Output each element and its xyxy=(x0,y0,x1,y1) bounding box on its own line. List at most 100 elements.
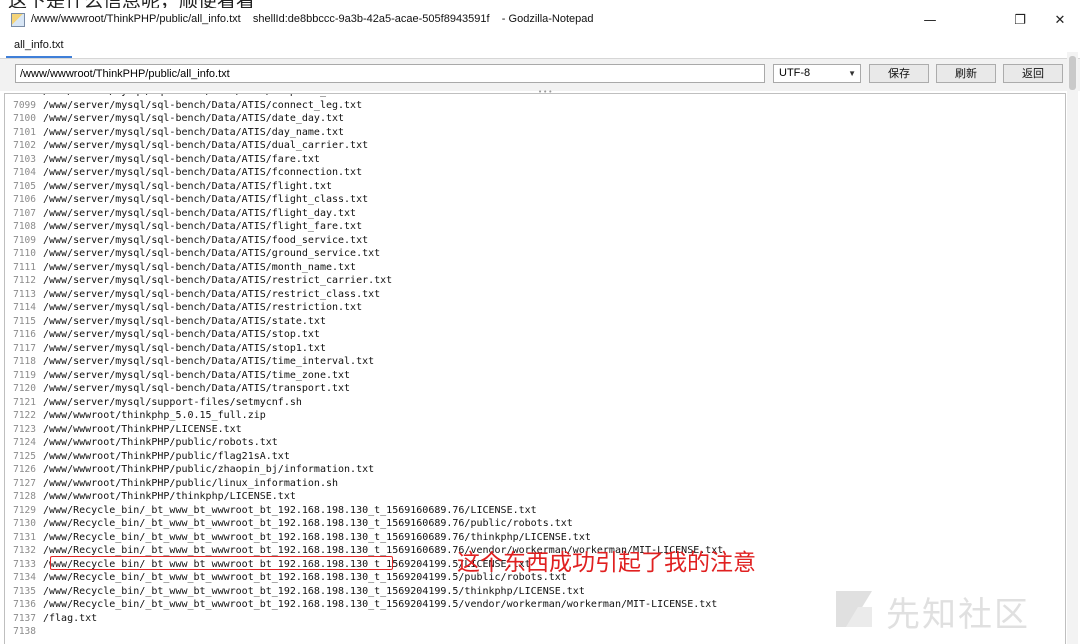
top-caption-fragment: 这下是什么信息呢，顺便看看 xyxy=(0,0,1080,8)
line-number: 7108 xyxy=(13,221,36,232)
top-caption-text: 这下是什么信息呢，顺便看看 xyxy=(8,0,255,8)
editor-line: 7100/www/server/mysql/sql-bench/Data/ATI… xyxy=(5,112,1065,126)
line-number: 7104 xyxy=(13,167,36,178)
editor-line: 7124/www/wwwroot/ThinkPHP/public/robots.… xyxy=(5,436,1065,450)
highlight-box xyxy=(50,556,393,570)
editor-line: 7120/www/server/mysql/sql-bench/Data/ATI… xyxy=(5,382,1065,396)
line-text: /www/server/mysql/sql-bench/Data/ATIS/du… xyxy=(43,140,369,151)
line-text: /www/server/mysql/sql-bench/Data/ATIS/gr… xyxy=(43,248,381,259)
editor-line: 7129/www/Recycle_bin/_bt_www_bt_wwwroot_… xyxy=(5,504,1065,518)
line-text: /www/server/mysql/sql-bench/Data/ATIS/fl… xyxy=(43,207,357,219)
editor-line: 7119/www/server/mysql/sql-bench/Data/ATI… xyxy=(5,369,1065,383)
line-text: /www/server/mysql/sql-bench/Data/ATIS/co… xyxy=(43,99,363,111)
scrollbar-thumb[interactable] xyxy=(1069,56,1076,90)
line-text: /www/server/mysql/sql-bench/Data/ATIS/co… xyxy=(43,94,380,97)
editor-line: 7101/www/server/mysql/sql-bench/Data/ATI… xyxy=(5,126,1065,140)
line-number: 7113 xyxy=(13,288,36,300)
maximize-button[interactable]: ❐ xyxy=(1000,10,1040,32)
line-text: /www/wwwroot/ThinkPHP/public/flag21sA.tx… xyxy=(43,450,290,462)
encoding-select[interactable]: UTF-8 ▼ xyxy=(773,64,861,83)
minimize-button[interactable]: — xyxy=(910,10,950,32)
line-number: 7131 xyxy=(13,531,36,543)
line-text: /www/server/mysql/sql-bench/Data/ATIS/re… xyxy=(43,302,363,313)
line-number: 7128 xyxy=(13,491,36,502)
line-text: /www/Recycle_bin/_bt_www_bt_wwwroot_bt_1… xyxy=(43,518,573,529)
back-button[interactable]: 返回 xyxy=(1003,64,1063,83)
line-text: /www/server/mysql/sql-bench/Data/ATIS/fl… xyxy=(43,221,363,232)
line-number: 7125 xyxy=(13,450,36,462)
line-text: /www/server/mysql/support-files/setmycnf… xyxy=(43,396,302,408)
line-number: 7112 xyxy=(13,275,36,286)
editor-line: 7099/www/server/mysql/sql-bench/Data/ATI… xyxy=(5,99,1065,113)
line-number: 7099 xyxy=(13,99,36,111)
line-number: 7109 xyxy=(13,234,36,246)
line-text: /www/server/mysql/sql-bench/Data/ATIS/fl… xyxy=(43,180,332,192)
tab-bar: all_info.txt xyxy=(0,34,1080,59)
line-number: 7100 xyxy=(13,113,36,124)
line-text: /www/Recycle_bin/_bt_www_bt_wwwroot_bt_1… xyxy=(43,504,537,516)
editor-line: 7118/www/server/mysql/sql-bench/Data/ATI… xyxy=(5,355,1065,369)
editor-line: 7115/www/server/mysql/sql-bench/Data/ATI… xyxy=(5,315,1065,329)
refresh-button[interactable]: 刷新 xyxy=(936,64,996,83)
line-text: /www/wwwroot/ThinkPHP/thinkphp/LICENSE.t… xyxy=(43,491,296,502)
line-text: /www/server/mysql/sql-bench/Data/ATIS/da… xyxy=(43,113,345,124)
line-number: 7138 xyxy=(13,626,36,637)
save-button[interactable]: 保存 xyxy=(869,64,929,83)
line-number: 7135 xyxy=(13,585,36,597)
line-number: 7111 xyxy=(13,261,36,273)
line-text: /www/server/mysql/sql-bench/Data/ATIS/st… xyxy=(43,315,326,327)
editor-line: 7106/www/server/mysql/sql-bench/Data/ATI… xyxy=(5,193,1065,207)
editor-line: 7127/www/wwwroot/ThinkPHP/public/linux_i… xyxy=(5,477,1065,491)
tab-all-info[interactable]: all_info.txt xyxy=(6,34,72,58)
line-text: /www/wwwroot/ThinkPHP/public/linux_infor… xyxy=(43,477,339,489)
line-number: 7117 xyxy=(13,342,36,354)
line-text: /www/server/mysql/sql-bench/Data/ATIS/st… xyxy=(43,342,326,354)
editor-line: 7114/www/server/mysql/sql-bench/Data/ATI… xyxy=(5,301,1065,315)
line-text: /www/server/mysql/sql-bench/Data/ATIS/ti… xyxy=(43,369,351,381)
line-text: /www/server/mysql/sql-bench/Data/ATIS/st… xyxy=(43,329,320,340)
line-number: 7136 xyxy=(13,599,36,610)
line-number: 7122 xyxy=(13,410,36,421)
line-text: /www/server/mysql/sql-bench/Data/ATIS/fl… xyxy=(43,194,369,205)
editor-line: 7105/www/server/mysql/sql-bench/Data/ATI… xyxy=(5,180,1065,194)
line-number: 7134 xyxy=(13,572,36,583)
toolbar: /www/wwwroot/ThinkPHP/public/all_info.tx… xyxy=(0,59,1080,96)
line-number: 7133 xyxy=(13,558,36,570)
close-button[interactable]: ✕ xyxy=(1040,10,1080,32)
editor-line: 7113/www/server/mysql/sql-bench/Data/ATI… xyxy=(5,288,1065,302)
line-number: 7124 xyxy=(13,437,36,448)
line-number: 7106 xyxy=(13,194,36,205)
watermark-text: 先知社区 xyxy=(886,595,1030,635)
line-number: 7119 xyxy=(13,369,36,381)
editor-line: 7102/www/server/mysql/sql-bench/Data/ATI… xyxy=(5,139,1065,153)
line-text: /www/server/mysql/sql-bench/Data/ATIS/ti… xyxy=(43,356,375,367)
line-number: 7129 xyxy=(13,504,36,516)
line-number: 7126 xyxy=(13,464,36,475)
editor-line: 7122/www/wwwroot/thinkphp_5.0.15_full.zi… xyxy=(5,409,1065,423)
editor-line: 7131/www/Recycle_bin/_bt_www_bt_wwwroot_… xyxy=(5,531,1065,545)
annotation-text: 这个东西成功引起了我的注意 xyxy=(457,550,756,576)
line-text: /www/server/mysql/sql-bench/Data/ATIS/re… xyxy=(43,288,381,300)
title-bar: /www/wwwroot/ThinkPHP/public/all_info.tx… xyxy=(0,8,1080,34)
line-number: 7114 xyxy=(13,302,36,313)
xianzhi-logo-icon xyxy=(836,591,872,627)
editor-line: 7126/www/wwwroot/ThinkPHP/public/zhaopin… xyxy=(5,463,1065,477)
line-number: 7120 xyxy=(13,383,36,394)
editor-line: 7123/www/wwwroot/ThinkPHP/LICENSE.txt xyxy=(5,423,1065,437)
line-text: /www/Recycle_bin/_bt_www_bt_wwwroot_bt_1… xyxy=(43,585,585,597)
line-number: 7123 xyxy=(13,423,36,435)
line-text: /www/wwwroot/thinkphp_5.0.15_full.zip xyxy=(43,410,266,421)
editor-line: 7107/www/server/mysql/sql-bench/Data/ATI… xyxy=(5,207,1065,221)
editor-line: 7117/www/server/mysql/sql-bench/Data/ATI… xyxy=(5,342,1065,356)
file-path-input[interactable]: /www/wwwroot/ThinkPHP/public/all_info.tx… xyxy=(15,64,765,83)
text-editor[interactable]: 7098/www/server/mysql/sql-bench/Data/ATI… xyxy=(4,93,1066,644)
line-number: 7105 xyxy=(13,180,36,192)
line-text: /www/wwwroot/ThinkPHP/LICENSE.txt xyxy=(43,423,242,435)
line-text: /www/server/mysql/sql-bench/Data/ATIS/mo… xyxy=(43,261,357,273)
vertical-scrollbar[interactable] xyxy=(1067,52,1078,644)
line-number: 7137 xyxy=(13,612,36,624)
editor-line: 7112/www/server/mysql/sql-bench/Data/ATI… xyxy=(5,274,1065,288)
line-number: 7118 xyxy=(13,356,36,367)
line-text: /flag.txt xyxy=(43,612,98,624)
editor-line: 7128/www/wwwroot/ThinkPHP/thinkphp/LICEN… xyxy=(5,490,1065,504)
